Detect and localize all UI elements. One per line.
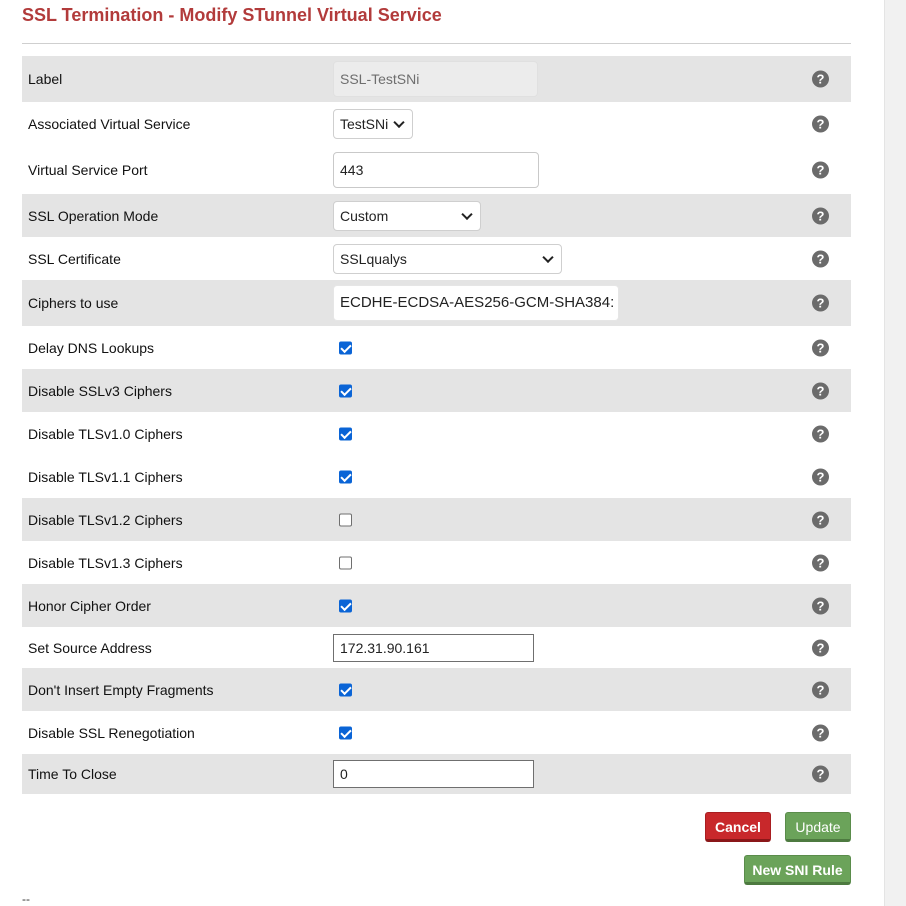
disable-sslv3-checkbox[interactable] [339,384,352,397]
help-icon[interactable]: ? [812,250,829,267]
ssl-certificate-value: SSLqualys [340,250,407,267]
page-title: SSL Termination - Modify STunnel Virtual… [22,5,442,25]
page: SSL Termination - Modify STunnel Virtual… [0,0,906,906]
disable-renegotiation-checkbox[interactable] [339,726,352,739]
associated-virtual-service-value: TestSNi [340,116,389,132]
row-ssl-certificate: SSL Certificate SSLqualys ? [22,237,851,280]
ciphers-input[interactable]: ECDHE-ECDSA-AES256-GCM-SHA384: [333,285,619,321]
delay-dns-checkbox[interactable] [339,341,352,354]
disable-renegotiation-label: Disable SSL Renegotiation [28,724,195,741]
associated-virtual-service-label: Associated Virtual Service [28,116,191,132]
row-disable-tls13: Disable TLSv1.3 Ciphers ? [22,541,851,584]
source-address-input[interactable]: 172.31.90.161 [333,633,534,662]
row-source-address: Set Source Address 172.31.90.161 ? [22,627,851,668]
scrollbar-gutter[interactable] [884,0,906,906]
help-icon[interactable]: ? [812,724,829,741]
ssl-operation-mode-label: SSL Operation Mode [28,207,159,224]
disable-tls12-checkbox[interactable] [339,513,352,526]
row-disable-sslv3: Disable SSLv3 Ciphers ? [22,369,851,412]
footer-text: -- [22,892,30,906]
disable-tls10-checkbox[interactable] [339,427,352,440]
row-delay-dns: Delay DNS Lookups ? [22,326,851,369]
cancel-button[interactable]: Cancel [705,812,771,842]
time-to-close-label: Time To Close [28,766,117,782]
row-virtual-service-port: Virtual Service Port 443 ? [22,146,851,194]
empty-fragments-label: Don't Insert Empty Fragments [28,681,214,698]
disable-tls12-label: Disable TLSv1.2 Ciphers [28,511,183,528]
ciphers-label: Ciphers to use [28,295,119,311]
row-time-to-close: Time To Close 0 ? [22,754,851,794]
ssl-certificate-label: SSL Certificate [28,250,121,267]
row-ssl-operation-mode: SSL Operation Mode Custom ? [22,194,851,237]
stunnel-form: Label SSL-TestSNi ? Associated Virtual S… [22,56,851,794]
ssl-operation-mode-select[interactable]: Custom [333,200,481,231]
row-disable-tls10: Disable TLSv1.0 Ciphers ? [22,412,851,455]
chevron-down-icon [393,116,405,129]
row-honor-cipher-order: Honor Cipher Order ? [22,584,851,627]
disable-sslv3-label: Disable SSLv3 Ciphers [28,382,172,399]
help-icon[interactable]: ? [812,382,829,399]
help-icon[interactable]: ? [812,294,829,312]
row-ciphers: Ciphers to use ECDHE-ECDSA-AES256-GCM-SH… [22,280,851,326]
disable-tls11-label: Disable TLSv1.1 Ciphers [28,468,183,485]
disable-tls11-checkbox[interactable] [339,470,352,483]
label-input: SSL-TestSNi [333,61,538,97]
help-icon[interactable]: ? [812,207,829,224]
honor-cipher-order-checkbox[interactable] [339,599,352,612]
help-icon[interactable]: ? [812,511,829,528]
row-disable-tls12: Disable TLSv1.2 Ciphers ? [22,498,851,541]
chevron-down-icon [461,208,473,220]
row-associated-virtual-service: Associated Virtual Service TestSNi ? [22,102,851,146]
chevron-down-icon [542,251,554,263]
help-icon[interactable]: ? [812,765,829,783]
ssl-operation-mode-value: Custom [340,207,389,224]
disable-tls13-label: Disable TLSv1.3 Ciphers [28,554,183,571]
honor-cipher-order-label: Honor Cipher Order [28,597,151,614]
empty-fragments-checkbox[interactable] [339,683,352,696]
source-address-label: Set Source Address [28,639,152,656]
disable-tls13-checkbox[interactable] [339,556,352,569]
disable-tls10-label: Disable TLSv1.0 Ciphers [28,425,183,442]
delay-dns-label: Delay DNS Lookups [28,339,155,356]
help-icon[interactable]: ? [812,425,829,442]
update-button[interactable]: Update [785,812,851,842]
help-icon[interactable]: ? [812,339,829,356]
virtual-service-port-input[interactable]: 443 [333,152,539,188]
help-icon[interactable]: ? [812,554,829,571]
help-icon[interactable]: ? [812,70,829,88]
help-icon[interactable]: ? [812,468,829,485]
row-disable-tls11: Disable TLSv1.1 Ciphers ? [22,455,851,498]
ssl-certificate-select[interactable]: SSLqualys [333,243,562,274]
row-empty-fragments: Don't Insert Empty Fragments ? [22,668,851,711]
new-sni-rule-button[interactable]: New SNI Rule [744,855,851,885]
help-icon[interactable]: ? [812,597,829,614]
row-disable-renegotiation: Disable SSL Renegotiation ? [22,711,851,754]
row-label: Label SSL-TestSNi ? [22,56,851,102]
label-label: Label [28,71,63,87]
help-icon[interactable]: ? [812,161,829,179]
associated-virtual-service-select[interactable]: TestSNi [333,109,413,139]
time-to-close-input[interactable]: 0 [333,760,534,788]
help-icon[interactable]: ? [812,639,829,656]
title-divider [22,43,851,44]
help-icon[interactable]: ? [812,115,829,133]
virtual-service-port-label: Virtual Service Port [28,162,148,178]
help-icon[interactable]: ? [812,681,829,698]
